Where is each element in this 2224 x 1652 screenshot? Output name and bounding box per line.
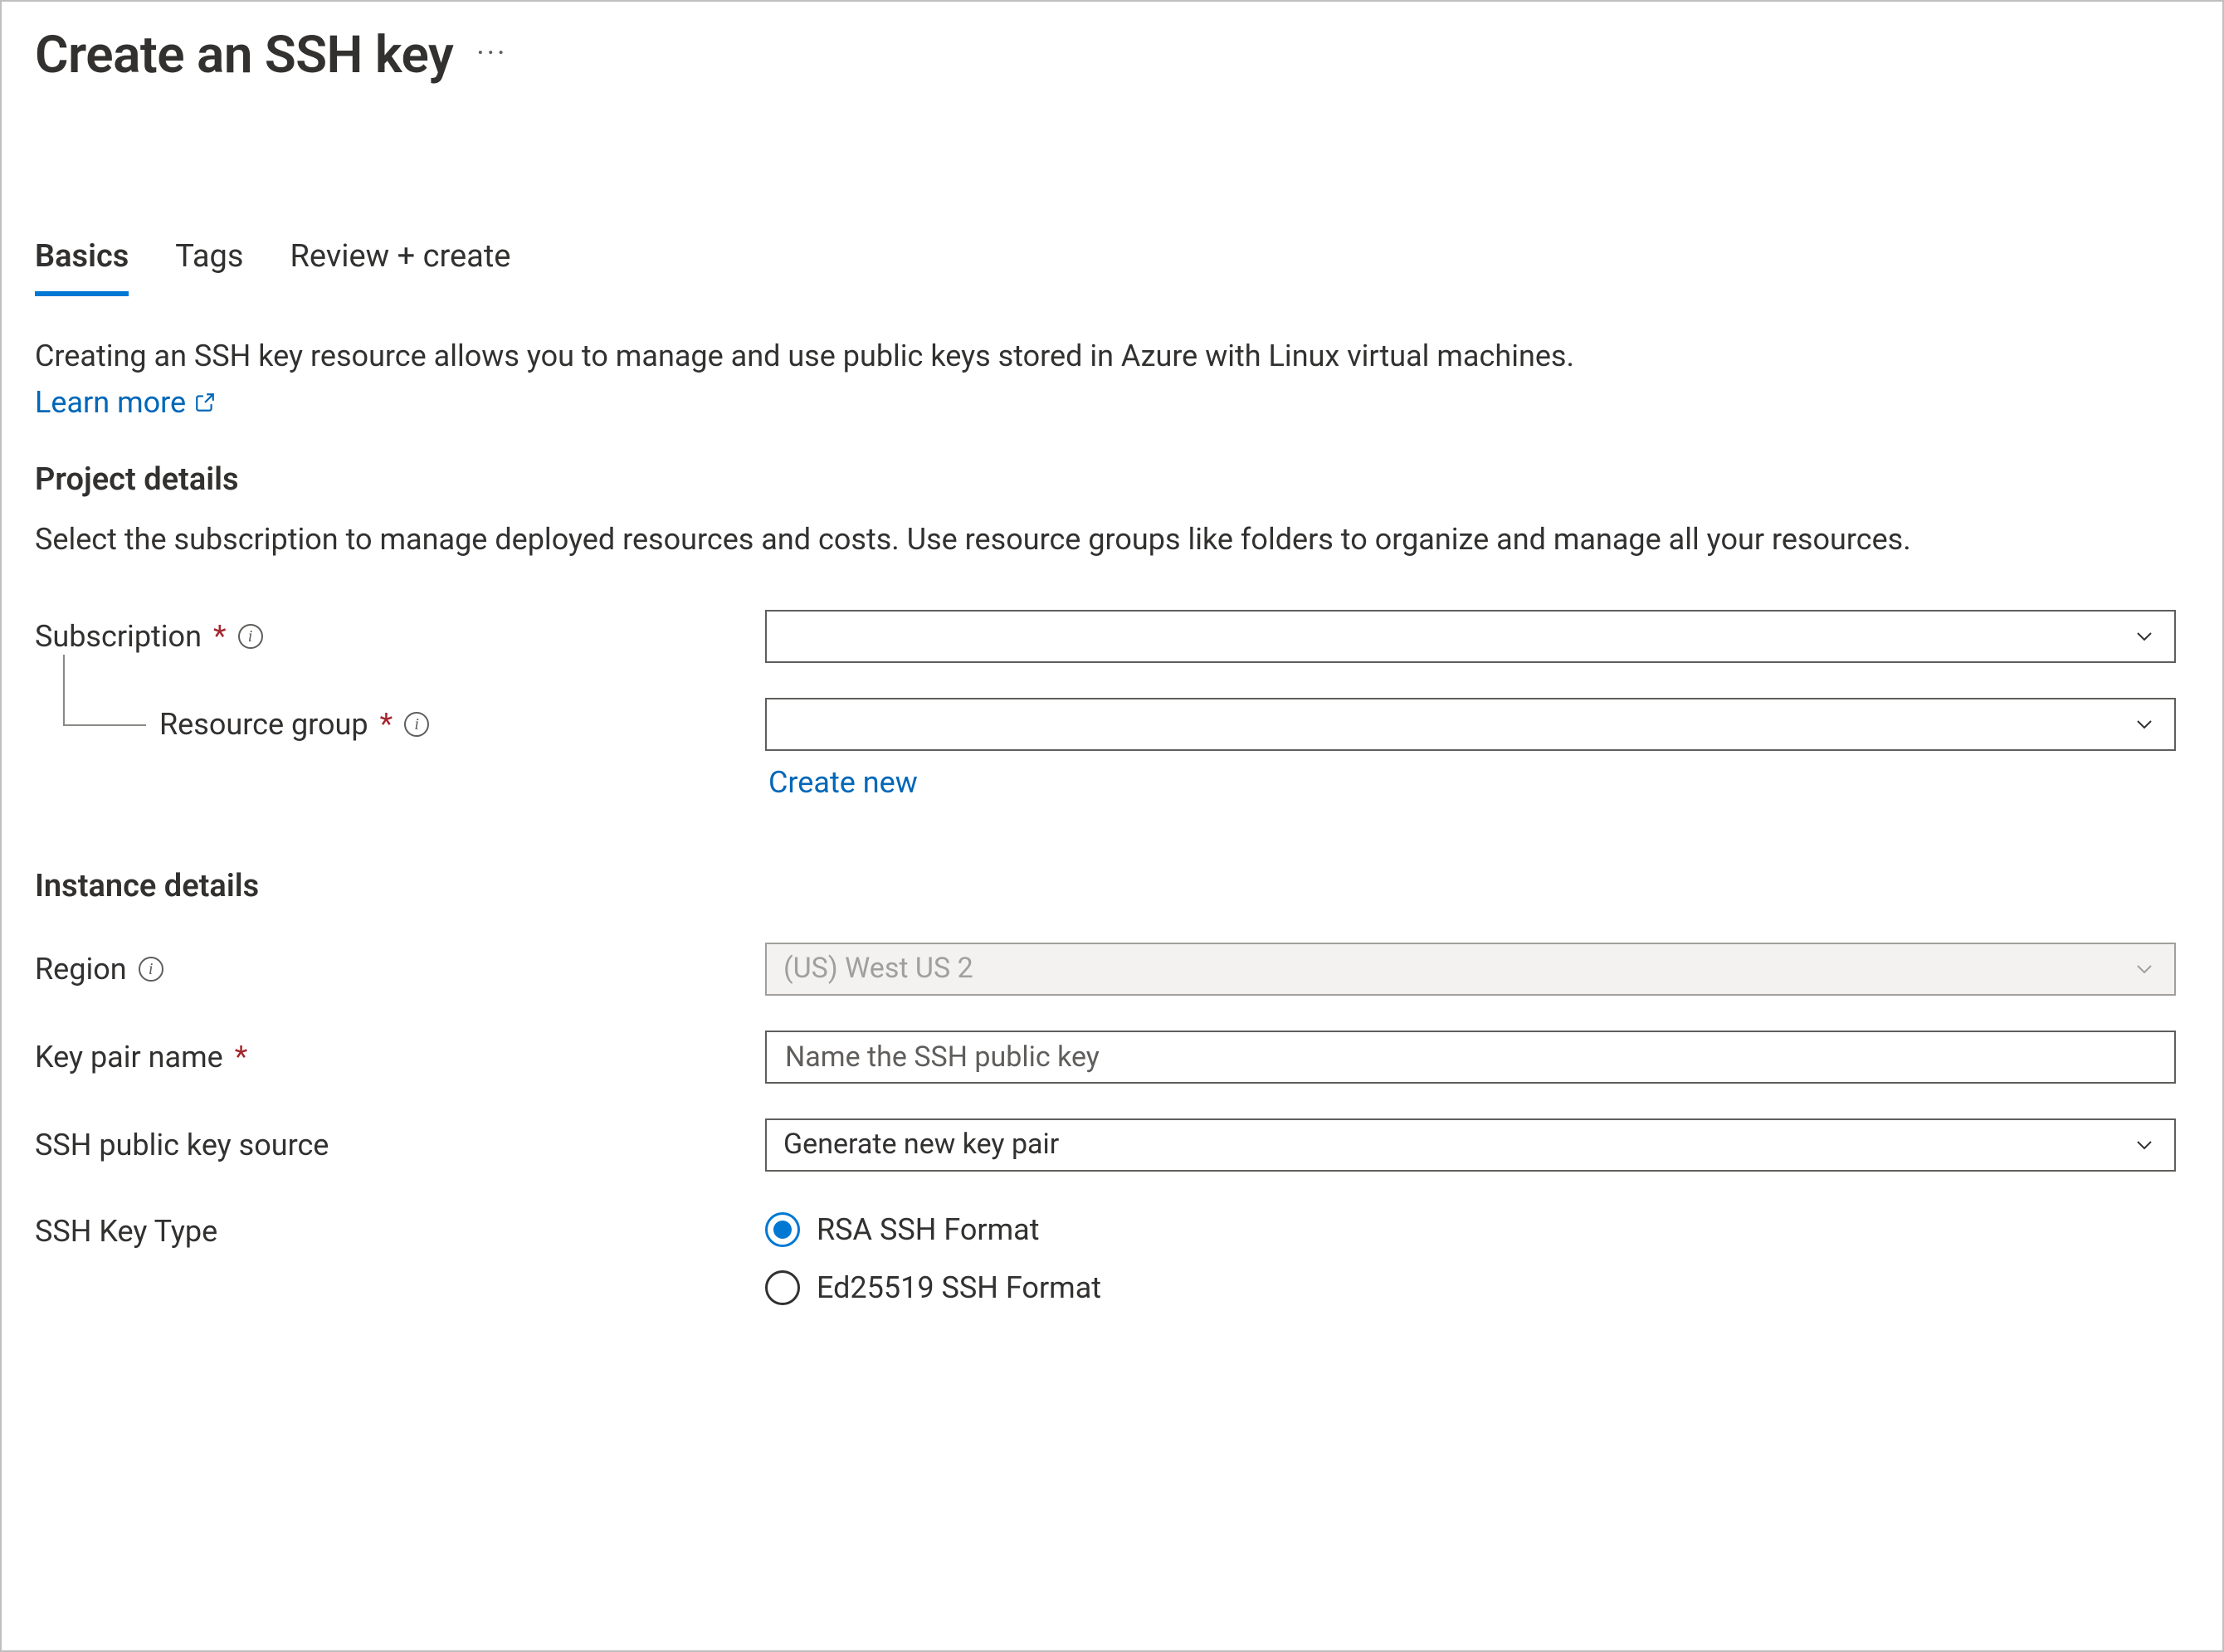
label-ssh-key-source-text: SSH public key source — [35, 1123, 329, 1167]
instance-details-heading: Instance details — [35, 864, 2189, 909]
title-row: Create an SSH key ··· — [35, 18, 2189, 93]
ssh-key-source-select[interactable]: Generate new key pair — [765, 1118, 2176, 1172]
page-frame: Create an SSH key ··· Basics Tags Review… — [0, 0, 2224, 1652]
row-region: Region i (US) West US 2 — [35, 943, 2189, 996]
learn-more-label: Learn more — [35, 381, 186, 424]
chevron-down-icon — [2131, 623, 2158, 650]
required-asterisk: * — [235, 1036, 248, 1079]
create-new-resource-group-link[interactable]: Create new — [768, 761, 918, 804]
radio-rsa-ssh-format[interactable]: RSA SSH Format — [765, 1208, 2176, 1251]
required-asterisk: * — [213, 615, 227, 658]
row-resource-group: Resource group * i — [35, 698, 2189, 751]
intro-text: Creating an SSH key resource allows you … — [35, 334, 2026, 378]
chevron-down-icon — [2131, 1132, 2158, 1158]
project-details-heading: Project details — [35, 457, 2189, 503]
chevron-down-icon — [2131, 711, 2158, 738]
learn-more-link[interactable]: Learn more — [35, 381, 216, 424]
label-key-pair-name-text: Key pair name — [35, 1036, 223, 1079]
project-details-description: Select the subscription to manage deploy… — [35, 518, 2159, 561]
region-value: (US) West US 2 — [783, 948, 2131, 989]
external-link-icon — [194, 392, 216, 413]
tab-basics[interactable]: Basics — [35, 234, 129, 296]
key-pair-name-input[interactable] — [783, 1032, 2158, 1082]
required-asterisk: * — [380, 703, 393, 746]
row-create-new: Create new — [35, 761, 2189, 804]
subscription-select[interactable] — [765, 610, 2176, 663]
label-subscription: Subscription * i — [35, 615, 765, 658]
radio-rsa-label: RSA SSH Format — [817, 1208, 1040, 1251]
info-icon[interactable]: i — [404, 712, 429, 737]
ssh-key-source-value: Generate new key pair — [783, 1124, 2131, 1165]
radio-circle-icon — [765, 1270, 800, 1305]
chevron-down-icon — [2131, 956, 2158, 982]
radio-circle-icon — [765, 1212, 800, 1247]
label-ssh-key-type-text: SSH Key Type — [35, 1210, 217, 1253]
tree-connector-icon — [63, 655, 146, 726]
more-actions-icon[interactable]: ··· — [476, 32, 507, 80]
key-pair-name-input-wrapper — [765, 1031, 2176, 1084]
label-key-pair-name: Key pair name * — [35, 1036, 765, 1079]
row-subscription: Subscription * i — [35, 610, 2189, 663]
radio-ed25519-label: Ed25519 SSH Format — [817, 1266, 1101, 1309]
page-title: Create an SSH key — [35, 18, 453, 93]
row-ssh-key-source: SSH public key source Generate new key p… — [35, 1118, 2189, 1172]
label-subscription-text: Subscription — [35, 615, 202, 658]
radio-ed25519-ssh-format[interactable]: Ed25519 SSH Format — [765, 1266, 2176, 1309]
label-ssh-key-type: SSH Key Type — [35, 1206, 765, 1253]
label-ssh-key-source: SSH public key source — [35, 1123, 765, 1167]
region-select: (US) West US 2 — [765, 943, 2176, 996]
label-region: Region i — [35, 948, 765, 991]
label-resource-group: Resource group * i — [35, 703, 765, 746]
tab-bar: Basics Tags Review + create — [35, 234, 2189, 295]
label-region-text: Region — [35, 948, 127, 991]
resource-group-select[interactable] — [765, 698, 2176, 751]
ssh-key-type-radio-group: RSA SSH Format Ed25519 SSH Format — [765, 1206, 2176, 1309]
row-ssh-key-type: SSH Key Type RSA SSH Format Ed25519 SSH … — [35, 1206, 2189, 1309]
tab-tags[interactable]: Tags — [175, 234, 243, 295]
label-resource-group-text: Resource group — [159, 703, 368, 746]
info-icon[interactable]: i — [139, 957, 163, 982]
tab-review-create[interactable]: Review + create — [290, 234, 511, 295]
row-key-pair-name: Key pair name * — [35, 1031, 2189, 1084]
info-icon[interactable]: i — [238, 624, 263, 649]
